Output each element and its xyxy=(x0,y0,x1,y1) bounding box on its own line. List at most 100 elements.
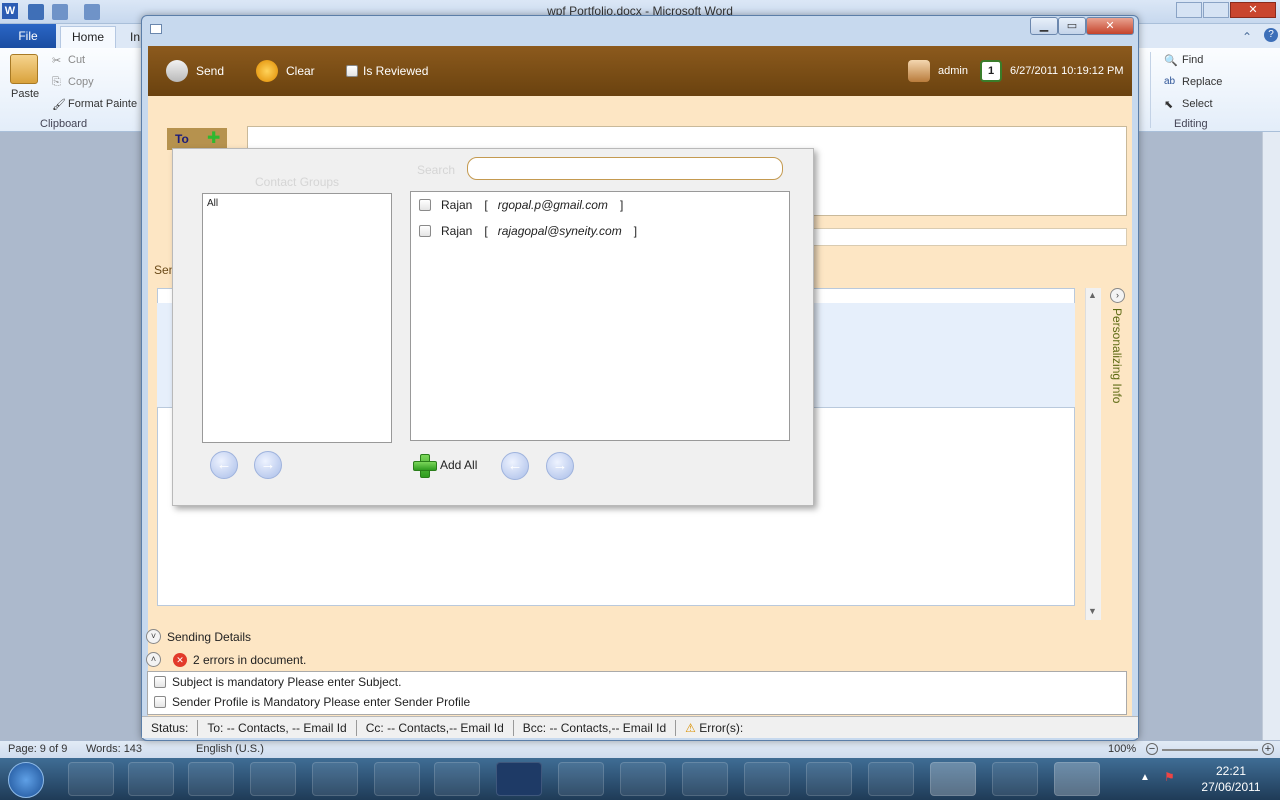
help-icon[interactable]: ? xyxy=(1264,28,1278,42)
zoom-out-icon[interactable]: − xyxy=(1146,743,1158,755)
error-checkbox[interactable] xyxy=(154,696,166,708)
status-errors-label: Error(s): xyxy=(699,720,744,735)
search-input[interactable] xyxy=(467,157,783,180)
visual-studio-2-taskbar-icon[interactable] xyxy=(682,762,728,796)
status-to: To: -- Contacts, -- Email Id xyxy=(198,719,357,736)
network-icon[interactable]: ⚑ xyxy=(1164,770,1175,784)
add-recipient-icon[interactable]: ✚ xyxy=(207,131,220,147)
tab-home[interactable]: Home xyxy=(60,26,116,48)
paste-icon[interactable] xyxy=(10,54,38,84)
tray-arrow-icon[interactable]: ▲ xyxy=(1140,772,1150,783)
error-item[interactable]: Subject is mandatory Please enter Subjec… xyxy=(148,672,1126,692)
explorer-taskbar-icon[interactable] xyxy=(434,762,480,796)
contacts-prev-button[interactable]: ← xyxy=(501,452,529,480)
contacts-list[interactable]: Rajan [ rgopal.p@gmail.com ] Rajan [ raj… xyxy=(410,191,790,441)
current-datetime: 6/27/2011 10:19:12 PM xyxy=(1010,65,1124,77)
find-icon[interactable]: 🔍 xyxy=(1164,54,1178,67)
add-all-icon xyxy=(412,453,437,478)
contact-checkbox[interactable] xyxy=(419,225,431,237)
word-maximize-button[interactable] xyxy=(1203,2,1229,18)
paint-taskbar-icon[interactable] xyxy=(992,762,1038,796)
to-field-label[interactable]: To ✚ xyxy=(167,128,227,150)
chevron-up-icon[interactable]: ˄ xyxy=(146,652,161,667)
groups-prev-button[interactable]: ← xyxy=(210,451,238,479)
select-button[interactable]: Select xyxy=(1182,98,1213,110)
group-item-all[interactable]: All xyxy=(207,198,218,209)
clear-label: Clear xyxy=(286,64,315,78)
error-item[interactable]: Sender Profile is Mandatory Please enter… xyxy=(148,692,1126,712)
find-button[interactable]: Find xyxy=(1182,54,1203,66)
send-icon xyxy=(166,60,188,82)
tools-taskbar-icon[interactable] xyxy=(744,762,790,796)
expand-panel-icon[interactable]: › xyxy=(1110,288,1125,303)
word-taskbar-icon[interactable] xyxy=(930,762,976,796)
firefox-taskbar-icon[interactable] xyxy=(68,762,114,796)
contact-checkbox[interactable] xyxy=(419,199,431,211)
page-indicator[interactable]: Page: 9 of 9 xyxy=(8,743,67,755)
contact-groups-list[interactable]: All xyxy=(202,193,392,443)
tab-insert[interactable]: In xyxy=(130,30,140,44)
errors-expander[interactable]: ˄ ✕ 2 errors in document. xyxy=(146,652,306,667)
editor-scrollbar[interactable]: ▲ ▼ xyxy=(1085,288,1101,620)
groups-next-button[interactable]: → xyxy=(254,451,282,479)
paste-button[interactable]: Paste xyxy=(11,88,39,100)
clock-time[interactable]: 22:21 xyxy=(1206,764,1256,778)
contact-row[interactable]: Rajan [ rgopal.p@gmail.com ] xyxy=(419,198,623,212)
zoom-level[interactable]: 100% xyxy=(1108,743,1136,755)
is-reviewed-checkbox[interactable]: Is Reviewed xyxy=(346,46,428,96)
sticky-notes-taskbar-icon[interactable] xyxy=(374,762,420,796)
add-all-button[interactable]: Add All xyxy=(412,453,477,478)
chevron-down-icon[interactable]: ˅ xyxy=(146,629,161,644)
subject-input[interactable] xyxy=(802,228,1127,246)
contact-bracket-close: ] xyxy=(633,224,638,238)
app-taskbar-icon[interactable] xyxy=(806,762,852,796)
visual-studio-taskbar-icon[interactable] xyxy=(620,762,666,796)
photoshop-taskbar-icon[interactable] xyxy=(496,762,542,796)
status-label: Status: xyxy=(142,719,199,736)
start-button[interactable] xyxy=(8,762,44,798)
datetime-info: 1 6/27/2011 10:19:12 PM xyxy=(980,46,1124,96)
select-icon[interactable]: ⬉ xyxy=(1164,98,1173,111)
chrome-taskbar-icon[interactable] xyxy=(312,762,358,796)
word-vertical-scrollbar[interactable] xyxy=(1262,132,1280,740)
chevron-up-icon[interactable]: ⌃ xyxy=(1242,30,1252,44)
maximize-button[interactable]: ▭ xyxy=(1058,17,1086,35)
replace-button[interactable]: Replace xyxy=(1182,76,1222,88)
is-reviewed-label: Is Reviewed xyxy=(363,64,429,78)
snipping-taskbar-icon[interactable] xyxy=(558,762,604,796)
send-button[interactable]: Send xyxy=(166,46,224,96)
copy-icon[interactable]: ⎘ xyxy=(52,76,61,89)
wpf-app-taskbar-icon[interactable] xyxy=(1054,762,1100,796)
contact-bracket-open: [ xyxy=(484,224,488,238)
word-count[interactable]: Words: 143 xyxy=(86,743,142,755)
sending-details-expander[interactable]: ˅ Sending Details xyxy=(146,629,251,644)
clock-date[interactable]: 27/06/2011 xyxy=(1196,780,1266,794)
error-list: Subject is mandatory Please enter Subjec… xyxy=(147,671,1127,715)
outlook-taskbar-icon[interactable] xyxy=(250,762,296,796)
tab-file[interactable]: File xyxy=(0,24,56,48)
replace-icon[interactable]: ab xyxy=(1164,76,1175,87)
language-indicator[interactable]: English (U.S.) xyxy=(196,743,264,755)
format-painter-button[interactable]: Format Painte xyxy=(68,98,137,110)
zoom-slider[interactable] xyxy=(1162,749,1258,751)
copy-button[interactable]: Copy xyxy=(68,76,94,88)
contacts-next-button[interactable]: → xyxy=(546,452,574,480)
cut-button[interactable]: Cut xyxy=(68,54,85,66)
contact-row[interactable]: Rajan [ rajagopal@syneity.com ] xyxy=(419,224,637,238)
personalizing-info-panel[interactable]: › Personalizing Info xyxy=(1108,288,1128,618)
contact-groups-label: Contact Groups xyxy=(255,175,340,189)
calculator-taskbar-icon[interactable] xyxy=(188,762,234,796)
clear-button[interactable]: Clear xyxy=(256,46,315,96)
scroll-up-icon[interactable]: ▲ xyxy=(1088,290,1097,300)
zoom-in-icon[interactable]: + xyxy=(1262,743,1274,755)
picture-viewer-taskbar-icon[interactable] xyxy=(868,762,914,796)
cut-icon[interactable]: ✂ xyxy=(52,54,61,67)
scroll-down-icon[interactable]: ▼ xyxy=(1088,606,1097,616)
error-checkbox[interactable] xyxy=(154,676,166,688)
word-minimize-button[interactable] xyxy=(1176,2,1202,18)
close-button[interactable]: ✕ xyxy=(1086,17,1134,35)
word-close-button[interactable]: ✕ xyxy=(1230,2,1276,18)
ie-taskbar-icon[interactable] xyxy=(128,762,174,796)
format-painter-icon[interactable]: 🖌 xyxy=(52,98,66,111)
minimize-button[interactable]: ▁ xyxy=(1030,17,1058,35)
